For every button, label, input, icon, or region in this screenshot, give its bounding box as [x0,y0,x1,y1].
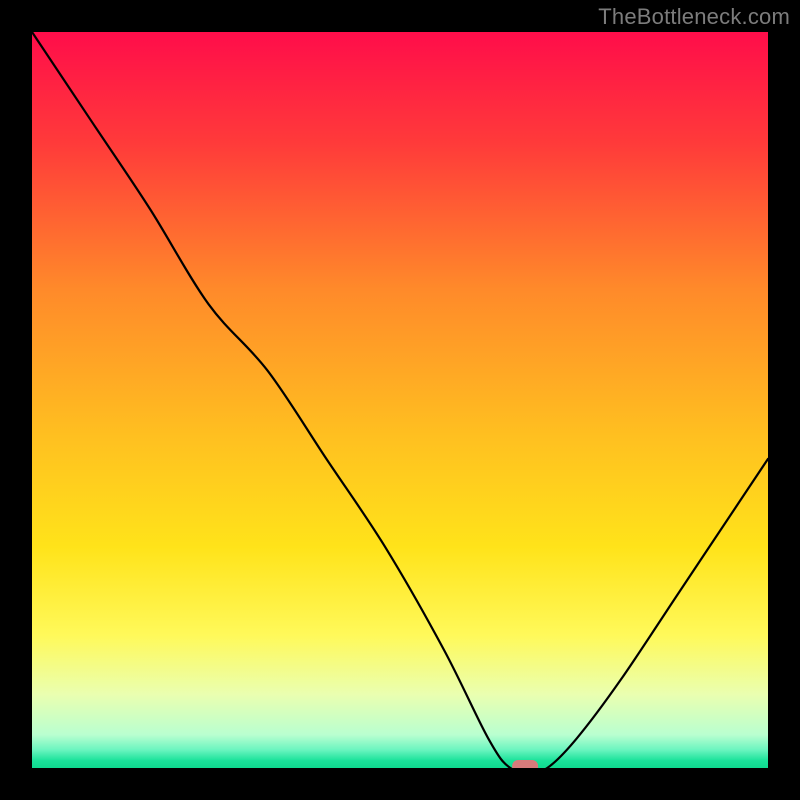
gradient-background [32,32,768,768]
optimal-marker [512,760,538,768]
plot-area [32,32,768,768]
bottleneck-chart [32,32,768,768]
watermark-text: TheBottleneck.com [598,4,790,30]
chart-frame: TheBottleneck.com [0,0,800,800]
